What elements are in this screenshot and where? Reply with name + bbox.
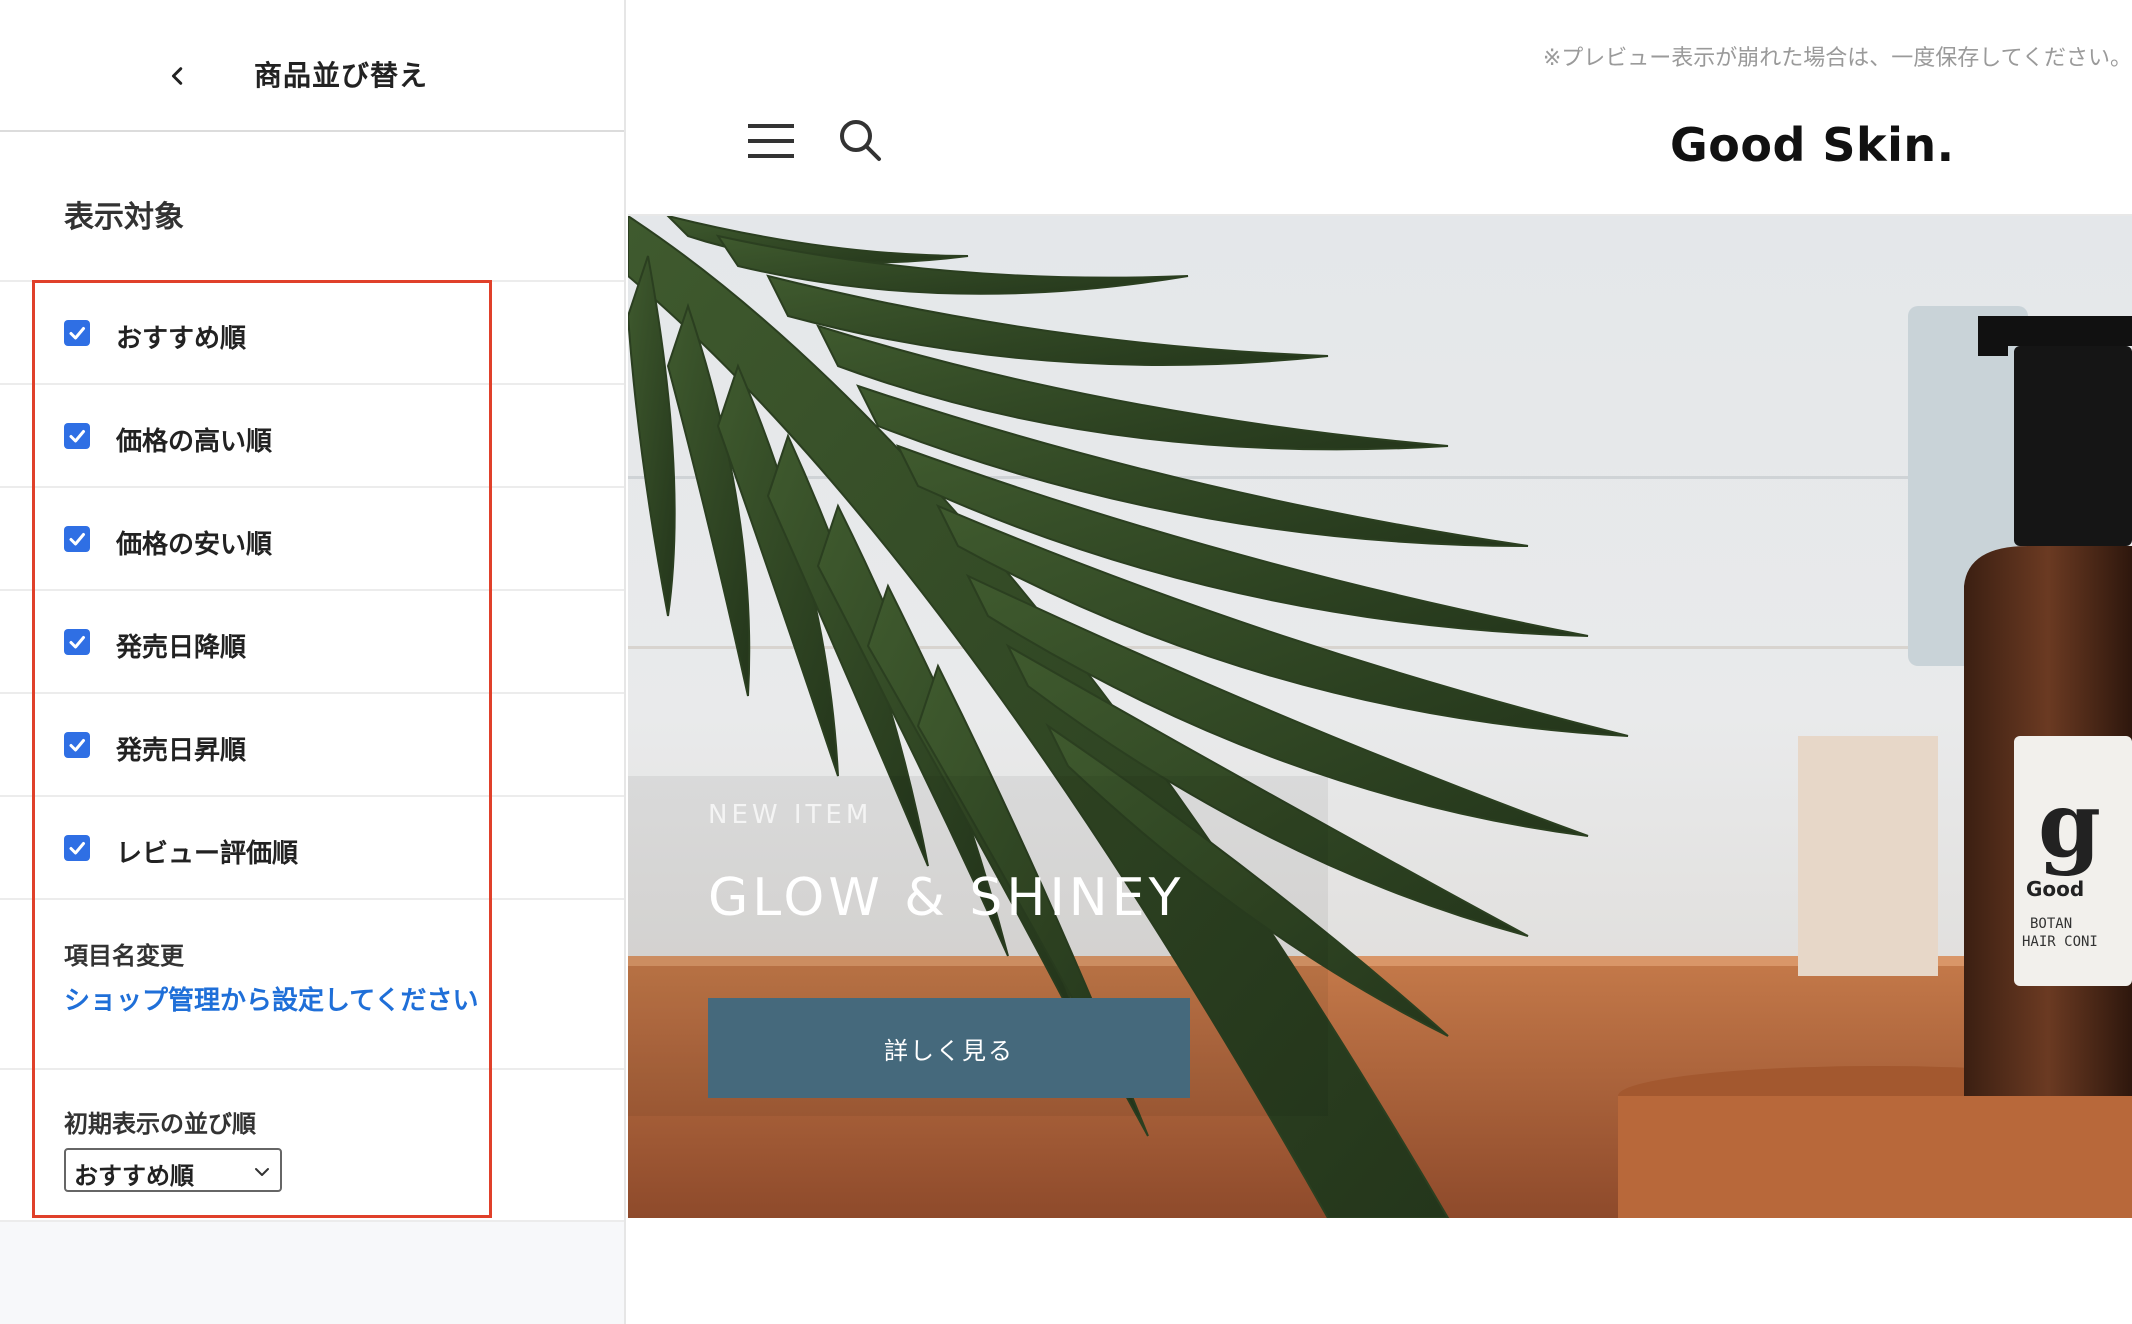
- hero-banner: g Good BOTAN HAIR CONI NEW ITEM GLOW & S…: [628, 216, 2132, 1218]
- rename-title: 項目名変更: [64, 942, 184, 970]
- bottle-label-line2: HAIR CONI: [2022, 934, 2098, 950]
- checkmark-icon: [69, 327, 85, 340]
- sort-option-price-high[interactable]: 価格の高い順: [0, 383, 624, 486]
- checkmark-icon: [69, 533, 85, 546]
- checkmark-icon: [69, 739, 85, 752]
- bottle-label-letter: g: [2038, 772, 2101, 878]
- sort-option-label: レビュー評価順: [116, 839, 299, 869]
- chevron-left-icon: [171, 67, 183, 85]
- bottle-label-line1: BOTAN: [2030, 916, 2072, 932]
- sort-option-label: 発売日降順: [116, 633, 247, 663]
- checkbox[interactable]: [64, 320, 90, 346]
- chevron-down-icon: [255, 1168, 269, 1176]
- sort-option-label: おすすめ順: [116, 324, 247, 354]
- checkbox[interactable]: [64, 732, 90, 758]
- default-order-value: おすすめ順: [74, 1162, 194, 1190]
- checkbox[interactable]: [64, 629, 90, 655]
- sidebar-header: 商品並び替え: [0, 0, 624, 132]
- shop-admin-link[interactable]: ショップ管理から設定してください: [64, 980, 478, 1017]
- rename-section: 項目名変更 ショップ管理から設定してください: [0, 898, 624, 1068]
- hero-kicker: NEW ITEM: [708, 800, 873, 830]
- hero-title: GLOW & SHINEY: [708, 868, 1185, 928]
- sort-option-recommended[interactable]: おすすめ順: [0, 280, 624, 383]
- checkmark-icon: [69, 842, 85, 855]
- default-order-select[interactable]: おすすめ順: [64, 1148, 282, 1192]
- sort-option-price-low[interactable]: 価格の安い順: [0, 486, 624, 589]
- checkmark-icon: [69, 636, 85, 649]
- hero-button-label: 詳しく見る: [884, 1036, 1014, 1065]
- sort-option-label: 発売日昇順: [116, 736, 247, 766]
- section-title: 表示対象: [64, 200, 184, 235]
- checkbox[interactable]: [64, 835, 90, 861]
- search-icon[interactable]: [838, 118, 882, 162]
- sort-options-list: おすすめ順 価格の高い順 価格の安い順 発売日降順 発売日昇順 レビュー評価順: [0, 280, 624, 898]
- checkbox[interactable]: [64, 423, 90, 449]
- sort-option-release-desc[interactable]: 発売日降順: [0, 589, 624, 692]
- default-order-title: 初期表示の並び順: [64, 1110, 256, 1138]
- sort-option-release-asc[interactable]: 発売日昇順: [0, 692, 624, 795]
- hero-details-button[interactable]: 詳しく見る: [708, 998, 1190, 1098]
- sort-option-label: 価格の安い順: [116, 530, 273, 560]
- default-order-section: 初期表示の並び順 おすすめ順: [0, 1068, 624, 1220]
- sort-option-review[interactable]: レビュー評価順: [0, 795, 624, 898]
- sidebar-title: 商品並び替え: [254, 59, 429, 92]
- checkbox[interactable]: [64, 526, 90, 552]
- bottle-label-brand: Good: [2026, 877, 2084, 901]
- preview-note: ※プレビュー表示が崩れた場合は、一度保存してください。: [1542, 46, 2132, 71]
- back-button[interactable]: [154, 52, 202, 100]
- settings-sidebar: 商品並び替え 表示対象 おすすめ順 価格の高い順 価格の安い順 発売日降順 発売…: [0, 0, 626, 1324]
- hamburger-menu-icon[interactable]: [748, 118, 794, 164]
- store-preview: ※プレビュー表示が崩れた場合は、一度保存してください。 Good Skin. g…: [628, 0, 2132, 1324]
- sort-option-label: 価格の高い順: [116, 427, 273, 457]
- store-logo[interactable]: Good Skin.: [1670, 118, 1955, 172]
- sidebar-footer: [0, 1220, 624, 1324]
- checkmark-icon: [69, 430, 85, 443]
